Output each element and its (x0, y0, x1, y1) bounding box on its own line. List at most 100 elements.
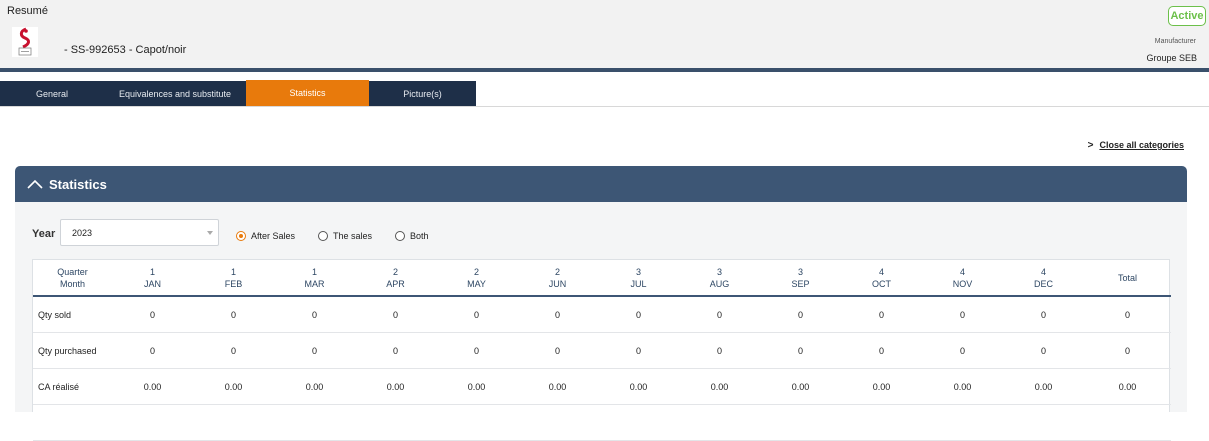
header-month-name: FEB (224, 278, 243, 289)
header-month-name: OCT (872, 278, 891, 289)
table-cell: 0 (598, 296, 679, 333)
radio-after-sales[interactable]: After Sales (236, 231, 295, 241)
table-cell-empty (274, 404, 355, 441)
table-cell: 0 (274, 296, 355, 333)
header-quarter: 4 (878, 266, 884, 277)
manufacturer-label: Manufacturer (1154, 38, 1196, 45)
header-month-name: NOV (952, 278, 973, 289)
table-cell-total: 0.00 (1084, 368, 1171, 405)
table-cell: 0.00 (274, 368, 355, 405)
header-quarter: 4 (959, 266, 965, 277)
table-cell-empty (33, 404, 112, 441)
table-cell: 0 (517, 296, 598, 333)
statistics-section-header[interactable]: Statistics (15, 166, 1187, 202)
table-cell: 0 (1003, 296, 1084, 333)
table-cell-empty (679, 404, 760, 441)
tab-statistics[interactable]: Statistics (246, 80, 369, 106)
table-cell: 0 (193, 296, 274, 333)
header-month: 2 MAY (436, 260, 517, 297)
product-name: - SS-992653 - Capot/noir (64, 44, 187, 56)
header-quarter: 2 (473, 266, 479, 277)
table-cell: 0.00 (112, 368, 193, 405)
header-month: 1 MAR (274, 260, 355, 297)
table-cell: 0 (355, 296, 436, 333)
status-badge: Active (1168, 6, 1206, 26)
radio-circle (395, 231, 405, 241)
table-cell: 0 (112, 332, 193, 369)
table-cell-total: 0 (1084, 332, 1171, 369)
header-month: 3 SEP (760, 260, 841, 297)
header-quarter: 2 (554, 266, 560, 277)
tabs-divider (0, 106, 1209, 107)
table-cell: 0.00 (760, 368, 841, 405)
header-quarter: 4 (1040, 266, 1046, 277)
table-row: Qty sold 0 0 0 0 0 0 0 0 0 0 0 0 0 (33, 296, 1171, 333)
radio-label: After Sales (251, 231, 296, 241)
table-cell-empty (598, 404, 679, 441)
year-select[interactable]: 2023 (60, 219, 219, 246)
table-cell: 0 (517, 332, 598, 369)
table-cell-empty (841, 404, 922, 441)
year-label: Year (32, 228, 56, 240)
table-header-row: Quarter Month 1 JAN 1 FEB 1 MAR 2 APR 2 MAY 2J… (33, 260, 1171, 297)
header-month-name: MAY (467, 278, 486, 289)
header-month: 2 APR (355, 260, 436, 297)
table-cell: 0 (436, 332, 517, 369)
table-cell: 0 (679, 296, 760, 333)
close-all-label: Close all categories (1099, 140, 1184, 150)
table-cell-empty (112, 404, 193, 441)
table-cell: 0 (274, 332, 355, 369)
table-cell-total: 0 (1084, 296, 1171, 333)
row-label: Qty purchased (33, 332, 112, 369)
header-month: 3 JUL (598, 260, 679, 297)
table-cell: 0 (598, 332, 679, 369)
header-quarter: 3 (716, 266, 722, 277)
radio-both[interactable]: Both (395, 231, 429, 241)
header-month-name: AUG (709, 278, 730, 289)
table-cell-empty (436, 404, 517, 441)
row-label: CA réalisé (33, 368, 112, 405)
manufacturer-value: Groupe SEB (1146, 53, 1197, 63)
table-cell: 0 (112, 296, 193, 333)
chevron-down-icon (207, 231, 213, 235)
table-cell: 0.00 (598, 368, 679, 405)
table-cell: 0.00 (922, 368, 1003, 405)
table-cell-empty (760, 404, 841, 441)
table-cell: 0 (922, 296, 1003, 333)
table-cell-empty (193, 404, 274, 441)
header-month-name: SEP (791, 278, 810, 289)
table-cell-empty (355, 404, 436, 441)
table-cell: 0.00 (1003, 368, 1084, 405)
table-cell: 0.00 (193, 368, 274, 405)
header-month-name: JUN (548, 278, 567, 289)
header-quarter: 1 (311, 266, 317, 277)
statistics-table-container: Quarter Month 1 JAN 1 FEB 1 MAR 2 APR 2 MAY 2J… (32, 259, 1171, 441)
table-row: CA réalisé 0.00 0.00 0.00 0.00 0.00 0.00… (33, 368, 1171, 405)
table-cell: 0 (922, 332, 1003, 369)
table-cell: 0 (193, 332, 274, 369)
tab-general[interactable]: General (0, 81, 104, 106)
table-cell: 0 (841, 332, 922, 369)
header-month: 3 AUG (679, 260, 760, 297)
table-cell: 0 (760, 296, 841, 333)
header-month-name: JAN (143, 278, 161, 289)
radio-the-sales[interactable]: The sales (318, 231, 372, 241)
header-month-name: JUL (630, 278, 647, 289)
header-quarter: 3 (797, 266, 803, 277)
header-month: 4 DEC (1003, 260, 1084, 297)
table-cell: 0 (841, 296, 922, 333)
table-cell: 0.00 (355, 368, 436, 405)
chevron-up-icon (27, 179, 43, 189)
header-corner: Quarter Month (33, 260, 112, 297)
radio-circle (318, 231, 328, 241)
product-header: Resumé - SS-992653 - Capot/noir Active M… (0, 0, 1209, 68)
tab-pictures[interactable]: Picture(s) (369, 81, 476, 106)
header-month: 1 JAN (112, 260, 193, 297)
close-all-categories-link[interactable]: > Close all categories (1088, 140, 1184, 151)
tab-bar: General Equivalences and substitute Stat… (0, 80, 476, 106)
tab-equivalences[interactable]: Equivalences and substitute (104, 81, 246, 106)
table-cell-empty (922, 404, 1003, 441)
chevron-right-icon: > (1087, 140, 1094, 151)
table-cell: 0 (355, 332, 436, 369)
radio-label: The sales (333, 231, 373, 241)
